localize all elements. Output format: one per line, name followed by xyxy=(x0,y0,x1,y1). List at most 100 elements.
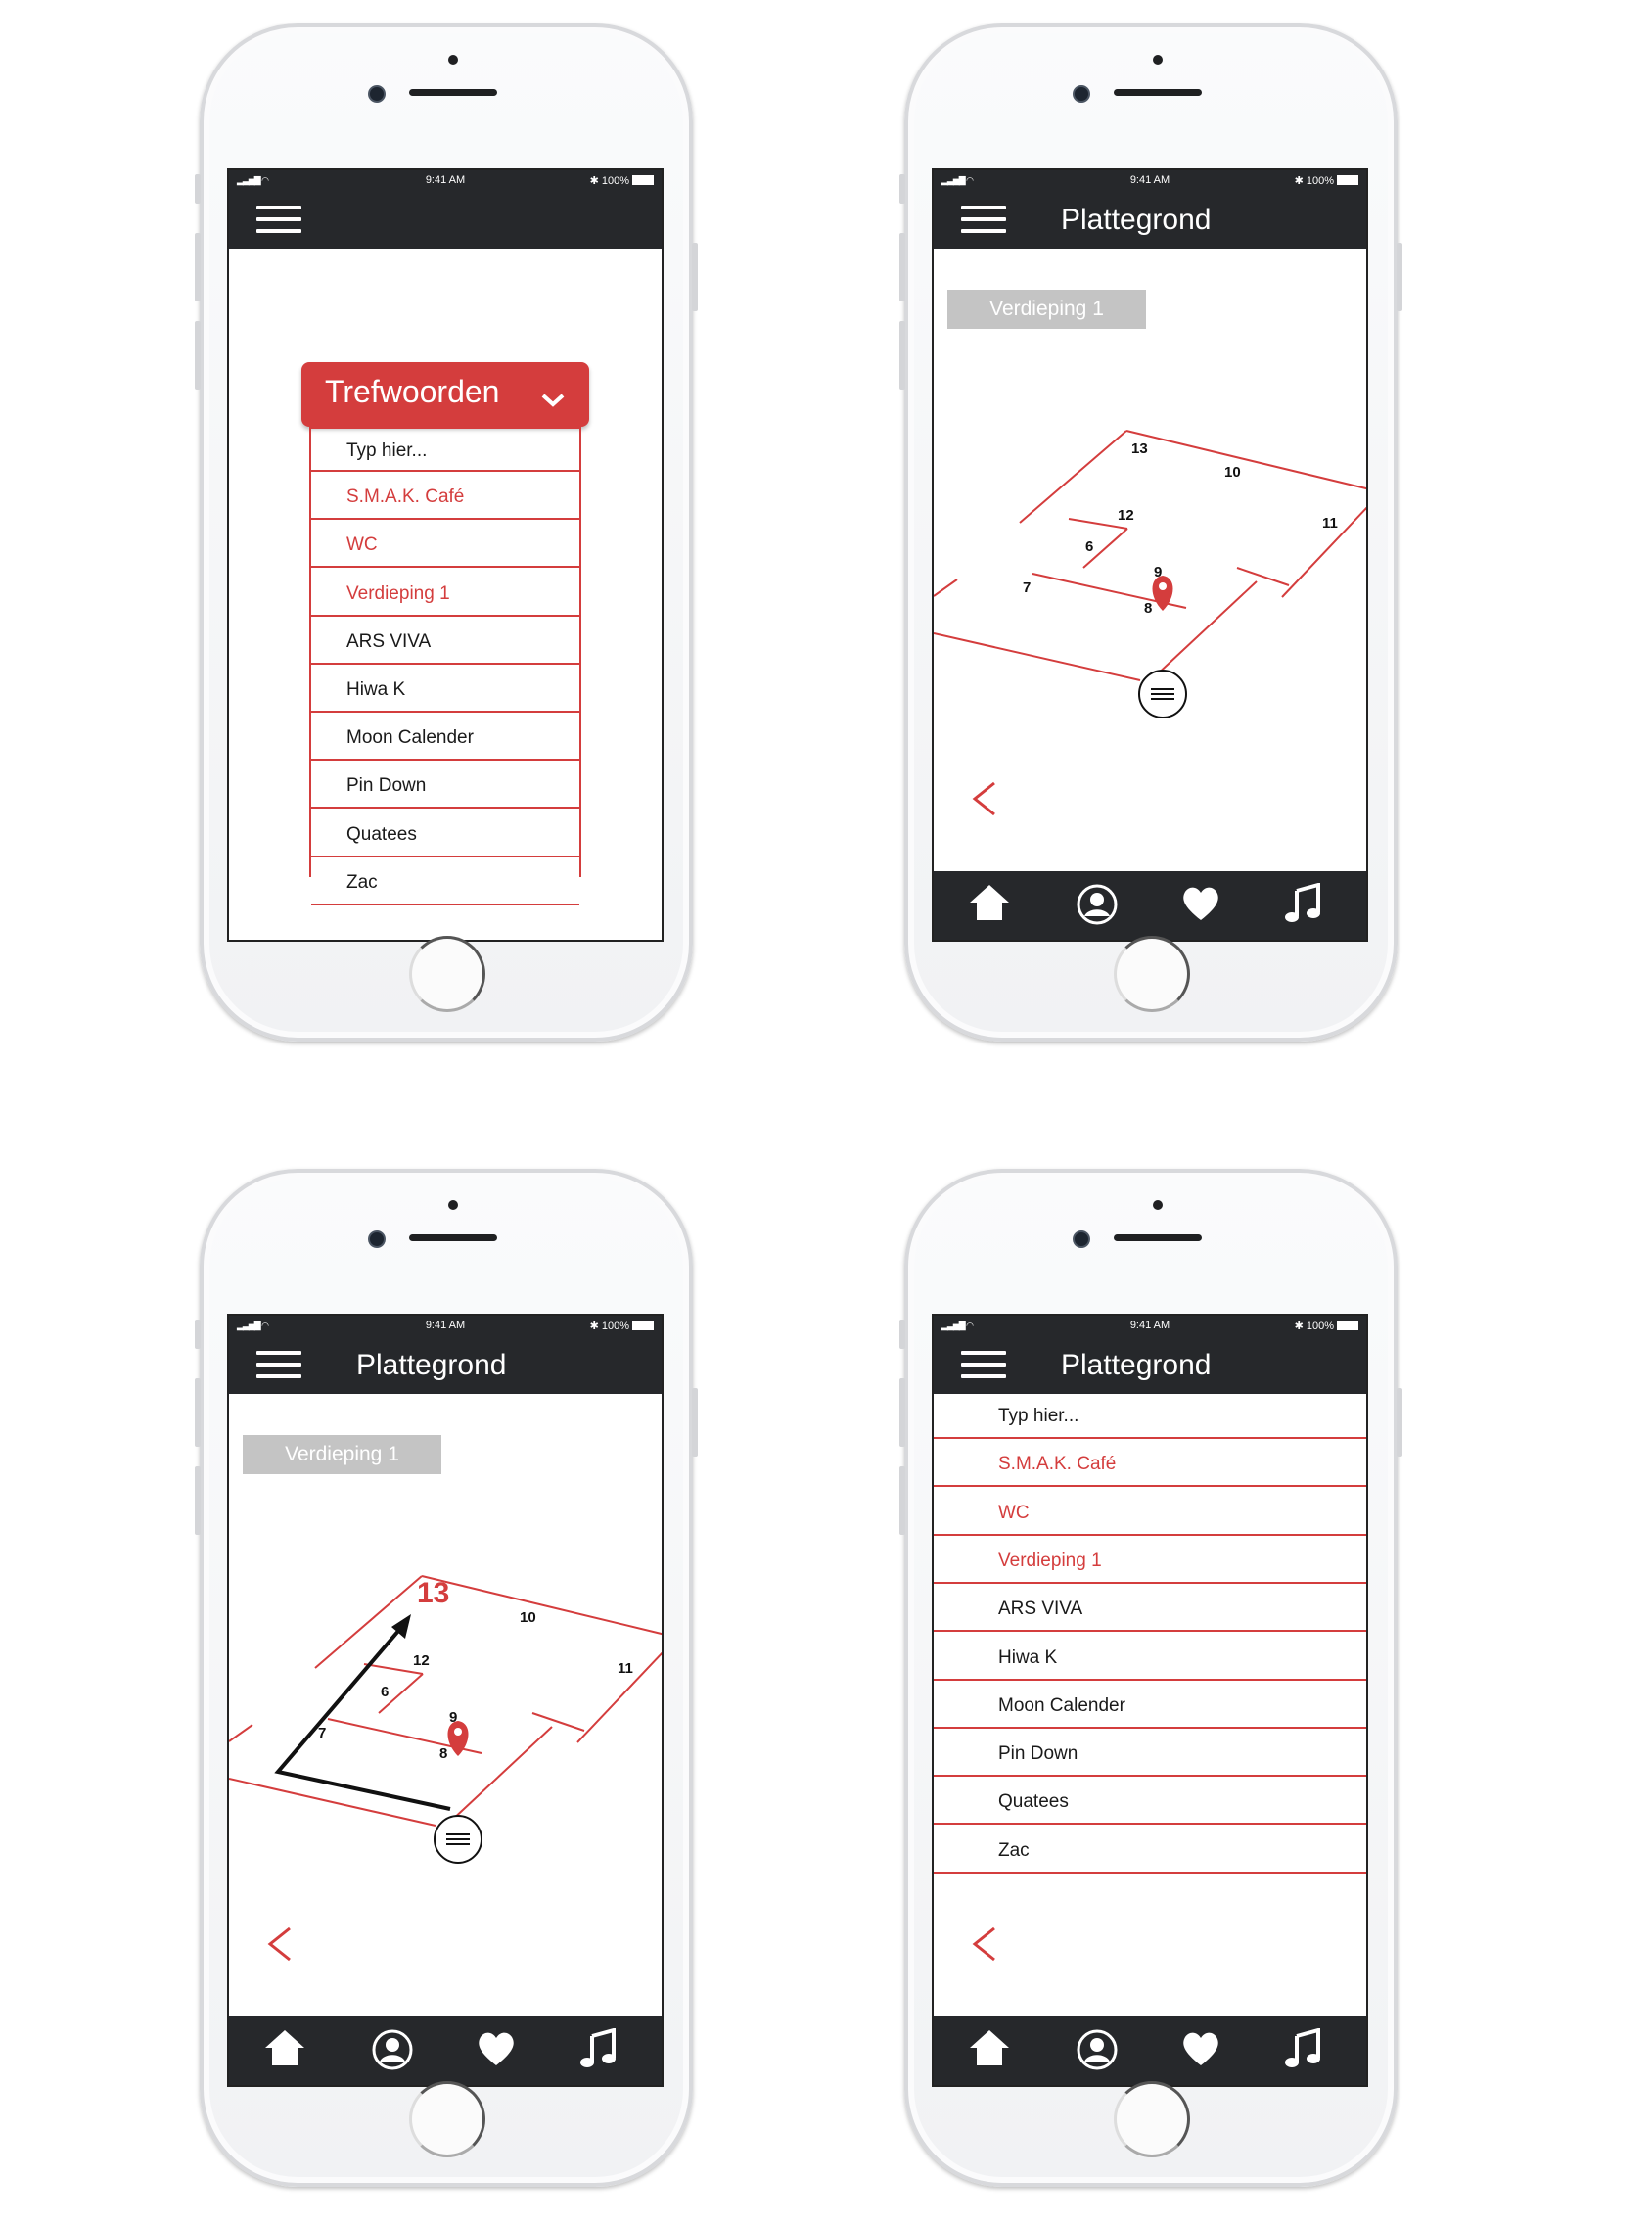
phone-side-button xyxy=(899,321,905,390)
phone-side-button xyxy=(899,233,905,301)
tab-bar xyxy=(934,2016,1366,2085)
profile-icon[interactable] xyxy=(1073,2028,1122,2073)
page-title: Plattegrond xyxy=(1061,1349,1212,1381)
location-pin-icon xyxy=(447,1721,469,1756)
phone-camera xyxy=(368,1230,386,1248)
phone-side-button xyxy=(692,243,698,311)
heart-icon[interactable] xyxy=(1176,2028,1225,2073)
room-label: 10 xyxy=(1224,464,1241,481)
phone-sensor xyxy=(1153,1200,1163,1210)
dropdown-item[interactable]: WC xyxy=(311,523,579,569)
room-label: 8 xyxy=(439,1745,447,1762)
profile-icon[interactable] xyxy=(368,2028,417,2073)
map-wall xyxy=(421,1575,662,1636)
list-item[interactable]: Pin Down xyxy=(934,1732,1366,1778)
screen-plattegrond-map: ▂▃▅▇ ◠ 9:41 AM ✱ 100% Plattegrond Verdie… xyxy=(932,168,1368,942)
heart-icon[interactable] xyxy=(1176,883,1225,928)
music-icon[interactable] xyxy=(1278,2027,1327,2073)
location-pin-dot xyxy=(1159,582,1167,590)
dropdown-label: Trefwoorden xyxy=(325,374,500,409)
room-label: 7 xyxy=(318,1725,326,1741)
nav-bar: Plattegrond xyxy=(934,1335,1366,1394)
back-chevron-icon[interactable] xyxy=(965,775,1004,822)
location-pin-dot xyxy=(454,1728,462,1736)
screen-trefwoorden: ▂▃▅▇ ◠ 9:41 AM ✱ 100% Trefwoorden Typ hi… xyxy=(227,168,664,942)
music-icon[interactable] xyxy=(1278,882,1327,928)
room-label: 7 xyxy=(1023,579,1031,596)
phone-mockup-3: ▂▃▅▇ ◠ 9:41 AM ✱ 100% Plattegrond Verdie… xyxy=(195,1169,698,2187)
list-item[interactable]: Hiwa K xyxy=(934,1636,1366,1681)
phone-side-button xyxy=(1397,1388,1402,1457)
dropdown-item[interactable]: ARS VIVA xyxy=(311,620,579,665)
location-pin-icon xyxy=(1152,576,1173,611)
tab-bar xyxy=(229,2016,662,2085)
phone-side-button xyxy=(899,174,905,204)
phone-speaker xyxy=(409,1234,497,1241)
map-wall xyxy=(1125,430,1366,490)
phone-home-button[interactable] xyxy=(409,936,485,1012)
map-wall xyxy=(1019,430,1127,524)
phone-side-button xyxy=(195,233,201,301)
phone-side-button xyxy=(195,321,201,390)
phone-home-button[interactable] xyxy=(1114,2081,1190,2157)
room-label: 11 xyxy=(1322,515,1338,532)
phone-mockup-4: ▂▃▅▇ ◠ 9:41 AM ✱ 100% Plattegrond Typ hi… xyxy=(899,1169,1402,2187)
list-item[interactable]: WC xyxy=(934,1491,1366,1536)
bluetooth-icon: ✱ xyxy=(1294,1320,1307,1332)
phone-home-button[interactable] xyxy=(409,2081,485,2157)
phone-speaker xyxy=(409,89,497,96)
music-icon[interactable] xyxy=(574,2027,622,2073)
phone-home-button[interactable] xyxy=(1114,936,1190,1012)
room-label: 11 xyxy=(618,1660,633,1677)
dropdown-item[interactable]: Pin Down xyxy=(311,764,579,810)
phone-side-button xyxy=(195,1320,201,1349)
phone-side-button xyxy=(899,1378,905,1447)
search-input[interactable]: Typ hier... xyxy=(311,427,579,472)
floor-map: 131012 116978 xyxy=(934,430,1366,718)
dropdown-item[interactable]: S.M.A.K. Café xyxy=(311,475,579,521)
room-label: 6 xyxy=(381,1684,389,1700)
room-label: 13 xyxy=(1131,440,1148,457)
list-item[interactable]: Zac xyxy=(934,1829,1366,1874)
back-chevron-icon[interactable] xyxy=(260,1921,299,1968)
phone-camera xyxy=(1073,85,1090,103)
map-wall xyxy=(934,579,958,597)
dropdown-item[interactable]: Zac xyxy=(311,860,579,905)
room-label: 12 xyxy=(413,1652,430,1669)
battery-label: 100% xyxy=(601,175,629,187)
dropdown-item[interactable]: Hiwa K xyxy=(311,668,579,713)
home-icon[interactable] xyxy=(965,883,1014,928)
phone-side-button xyxy=(195,1378,201,1447)
phone-side-button xyxy=(1397,243,1402,311)
screen-plattegrond-route: ▂▃▅▇ ◠ 9:41 AM ✱ 100% Plattegrond Verdie… xyxy=(227,1314,664,2087)
room-label: 12 xyxy=(1118,507,1134,524)
phone-speaker xyxy=(1114,89,1202,96)
list-item[interactable]: Moon Calender xyxy=(934,1684,1366,1729)
dropdown-list: Typ hier... S.M.A.K. Café WC Verdieping 1 AR… xyxy=(309,427,581,905)
home-icon[interactable] xyxy=(260,2028,309,2073)
hamburger-menu-icon[interactable] xyxy=(961,1351,1006,1378)
list-item[interactable]: Quatees xyxy=(934,1780,1366,1826)
back-chevron-icon[interactable] xyxy=(965,1921,1004,1968)
dropdown-item[interactable]: Quatees xyxy=(311,812,579,857)
list-item[interactable]: S.M.A.K. Café xyxy=(934,1442,1366,1488)
phone-camera xyxy=(368,85,386,103)
hamburger-menu-icon[interactable] xyxy=(256,206,301,233)
map-wall xyxy=(1236,567,1290,586)
home-icon[interactable] xyxy=(965,2028,1014,2073)
list-item[interactable]: Verdieping 1 xyxy=(934,1539,1366,1584)
list-item[interactable]: ARS VIVA xyxy=(934,1587,1366,1633)
phone-side-button xyxy=(899,1320,905,1349)
dropdown-item[interactable]: Moon Calender xyxy=(311,716,579,762)
battery-icon xyxy=(1337,1320,1358,1330)
phone-sensor xyxy=(448,1200,458,1210)
search-input[interactable]: Typ hier... xyxy=(934,1394,1366,1439)
heart-icon[interactable] xyxy=(472,2028,521,2073)
map-wall xyxy=(934,632,1141,681)
dropdown-item[interactable]: Verdieping 1 xyxy=(311,572,579,617)
profile-icon[interactable] xyxy=(1073,883,1122,928)
phone-camera xyxy=(1073,1230,1090,1248)
phone-side-button xyxy=(195,174,201,204)
status-bar: ▂▃▅▇ ◠ 9:41 AM ✱ 100% xyxy=(934,1316,1366,1335)
trefwoorden-dropdown-button[interactable]: Trefwoorden xyxy=(301,362,589,427)
